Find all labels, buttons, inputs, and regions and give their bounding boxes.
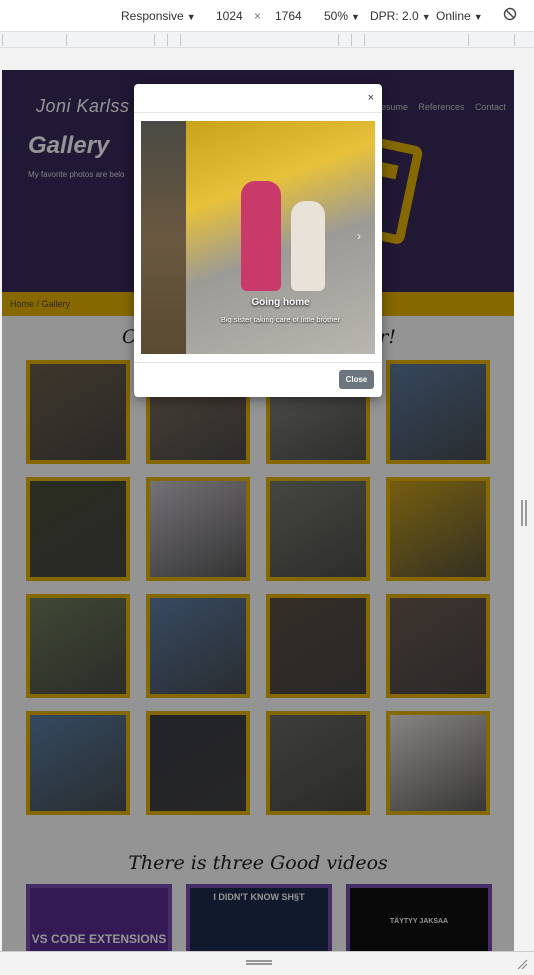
devtools-toolbar: Responsive ▼ 1024 × 1764 50% ▼ DPR: 2.0 ▼ O… [0,0,534,32]
photo-figure [291,201,325,291]
previous-slide-image [141,121,187,354]
photo-carousel[interactable]: › Going home Big sister taking care of l… [141,121,375,354]
dpr-select[interactable]: DPR: 2.0 ▼ [370,9,431,23]
slide-caption-text: Big sister taking care of little brother [220,315,341,324]
close-icon[interactable]: × [368,92,374,104]
resize-handle-bottom[interactable] [246,960,272,965]
media-query-ruler [0,32,534,48]
chevron-down-icon: ▼ [421,12,431,22]
zoom-select[interactable]: 50% ▼ [324,9,360,23]
modal-header-divider [134,112,382,113]
chevron-down-icon: ▼ [186,12,196,22]
rotate-icon[interactable] [503,7,517,24]
network-select[interactable]: Online ▼ [436,9,483,23]
photo-figure [241,181,281,291]
resize-handle-right[interactable] [521,500,527,526]
width-input[interactable]: 1024 [216,9,243,23]
resize-corner-icon[interactable] [516,958,528,970]
lightbox-modal: × › Going home Big sister taking care of… [134,84,382,397]
device-label: Responsive [121,9,184,23]
chevron-down-icon: ▼ [473,12,483,22]
height-input[interactable]: 1764 [275,9,302,23]
close-button[interactable]: Close [339,370,374,389]
dpr-label: DPR: 2.0 [370,9,419,23]
slide-caption-title: Going home [251,297,310,308]
chevron-right-icon[interactable]: › [357,229,361,243]
zoom-label: 50% [324,9,349,23]
resize-bar-bottom [0,951,534,975]
dimension-times: × [254,9,262,23]
network-label: Online [436,9,471,23]
modal-footer-divider [134,362,382,363]
device-select[interactable]: Responsive ▼ [121,9,196,23]
chevron-down-icon: ▼ [351,12,360,22]
